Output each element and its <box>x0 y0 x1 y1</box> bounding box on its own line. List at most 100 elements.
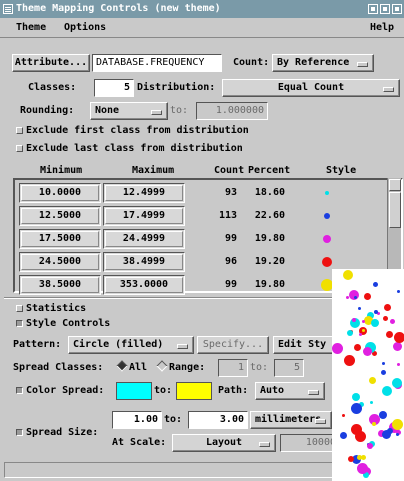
attribute-button[interactable]: Attribute... <box>12 54 90 72</box>
statistics-checkbox[interactable] <box>16 305 23 312</box>
exclude-last-toggle[interactable]: Exclude last class from distribution <box>16 140 243 158</box>
scroll-up-icon[interactable] <box>389 179 401 191</box>
map-point <box>362 346 372 356</box>
exclude-last-checkbox[interactable] <box>16 145 23 152</box>
distribution-label: Distribution: <box>137 82 216 93</box>
min-cell[interactable]: 10.0000 <box>19 183 101 203</box>
exclude-first-checkbox[interactable] <box>16 127 23 134</box>
percent-value: 19.80 <box>254 279 285 290</box>
min-cell[interactable]: 38.5000 <box>19 275 101 295</box>
minimize-icon[interactable] <box>368 4 378 14</box>
size-to-label: to: <box>164 414 183 425</box>
map-point <box>373 309 378 314</box>
rounding-label: Rounding: <box>20 105 75 116</box>
size-units-dropdown[interactable]: millimeters <box>250 411 332 429</box>
color-spread-label: Color Spread: <box>26 385 105 396</box>
pattern-dropdown[interactable]: Circle (filled) <box>68 336 194 354</box>
spread-all-label: All <box>129 362 148 373</box>
menu-help[interactable]: Help <box>370 18 394 38</box>
size-from-input[interactable]: 1.00 <box>112 411 162 429</box>
max-cell[interactable]: 12.4999 <box>103 183 185 203</box>
spread-range-label: Range: <box>169 362 206 373</box>
exclude-last-label: Exclude last class from distribution <box>26 143 243 154</box>
at-scale-label: At Scale: <box>112 437 167 448</box>
percent-value: 19.20 <box>254 256 285 267</box>
size-to-input[interactable]: 3.00 <box>188 411 248 429</box>
map-point <box>369 400 373 404</box>
count-value: 99 <box>224 233 237 244</box>
style-symbol[interactable] <box>325 191 329 195</box>
spread-all-radio[interactable] <box>116 360 128 372</box>
max-cell[interactable]: 353.0000 <box>103 275 185 295</box>
style-symbol[interactable] <box>323 235 331 243</box>
menu-options[interactable]: Options <box>64 18 106 38</box>
classes-input[interactable]: 5 <box>94 79 134 97</box>
min-cell-text: 38.5000 <box>38 279 82 290</box>
min-cell-text: 17.5000 <box>38 233 82 244</box>
count-dropdown[interactable]: By Reference <box>272 54 374 72</box>
menu-bar: Theme Options Help <box>0 18 404 38</box>
distribution-dropdown[interactable]: Equal Count <box>222 79 400 97</box>
spread-from-input[interactable]: 1 <box>218 359 248 377</box>
style-symbol[interactable] <box>324 213 330 219</box>
menu-theme[interactable]: Theme <box>16 18 46 38</box>
min-cell[interactable]: 12.5000 <box>19 206 101 226</box>
title-bar: Theme Mapping Controls (new theme) <box>0 0 404 18</box>
close-icon[interactable] <box>392 4 402 14</box>
max-cell[interactable]: 24.4999 <box>103 229 185 249</box>
rounding-dropdown[interactable]: None <box>90 102 168 120</box>
map-point <box>370 318 379 327</box>
map-point <box>395 432 399 436</box>
style-controls-checkbox[interactable] <box>16 320 23 327</box>
max-cell-text: 17.4999 <box>122 210 166 221</box>
classes-label: Classes: <box>28 82 77 93</box>
map-point <box>366 443 373 450</box>
style-symbol[interactable] <box>322 257 332 267</box>
exclude-first-label: Exclude first class from distribution <box>26 125 249 136</box>
max-cell[interactable]: 38.4999 <box>103 252 185 272</box>
max-cell-text: 353.0000 <box>119 279 169 290</box>
scale-input[interactable]: 10000 <box>280 434 340 452</box>
path-dropdown[interactable]: Auto <box>255 382 325 400</box>
min-cell-text: 12.5000 <box>38 210 82 221</box>
spread-size-checkbox[interactable] <box>16 429 23 436</box>
map-point <box>397 362 401 366</box>
attribute-field[interactable]: DATABASE.FREQUENCY <box>92 54 222 72</box>
rounding-to-input[interactable]: 1.000000 <box>196 102 268 120</box>
min-cell[interactable]: 24.5000 <box>19 252 101 272</box>
map-point <box>371 421 376 426</box>
spread-all-option[interactable]: All <box>116 359 147 377</box>
color-from-swatch[interactable] <box>116 382 152 400</box>
max-cell-text: 24.4999 <box>122 233 166 244</box>
specify-button[interactable]: Specify... <box>197 336 269 354</box>
map-point <box>386 428 393 435</box>
scroll-thumb[interactable] <box>389 192 401 228</box>
max-cell-text: 12.4999 <box>122 187 166 198</box>
spread-to-input[interactable]: 5 <box>274 359 304 377</box>
maximize-icon[interactable] <box>380 4 390 14</box>
spread-range-radio[interactable] <box>156 360 168 372</box>
color-spread-checkbox[interactable] <box>16 387 23 394</box>
exclude-first-toggle[interactable]: Exclude first class from distribution <box>16 122 249 140</box>
max-cell[interactable]: 17.4999 <box>103 206 185 226</box>
percent-value: 22.60 <box>254 210 285 221</box>
count-value: 96 <box>224 256 237 267</box>
map-point <box>345 296 349 300</box>
count-value: 99 <box>224 279 237 290</box>
spread-range-option[interactable]: Range: <box>156 359 205 377</box>
map-point <box>396 290 400 294</box>
color-spread-toggle[interactable]: Color Spread: <box>16 382 104 400</box>
map-point <box>372 281 378 287</box>
map-point <box>351 392 360 401</box>
min-cell[interactable]: 17.5000 <box>19 229 101 249</box>
window-menu-icon[interactable] <box>3 4 13 14</box>
spread-size-toggle[interactable]: Spread Size: <box>16 424 98 442</box>
map-point <box>381 370 387 376</box>
scale-dropdown[interactable]: Layout <box>172 434 276 452</box>
color-to-swatch[interactable] <box>176 382 212 400</box>
style-controls-toggle[interactable]: Style Controls <box>16 315 110 333</box>
map-point <box>381 385 392 396</box>
map-point <box>344 354 356 366</box>
max-cell-text: 38.4999 <box>122 256 166 267</box>
map-point <box>390 318 396 324</box>
